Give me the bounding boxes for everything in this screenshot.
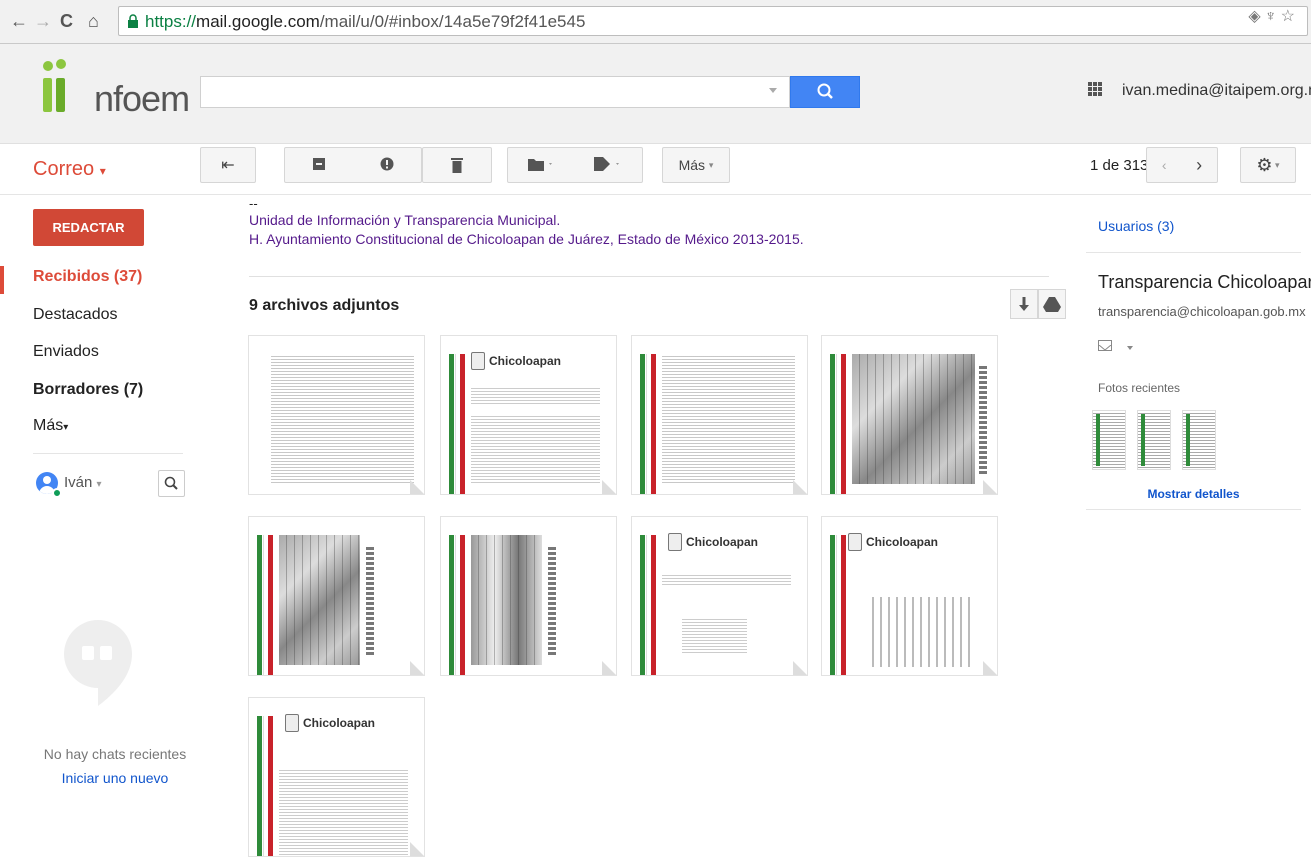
attachment-thumbnail[interactable]: [248, 516, 425, 676]
contact-email: transparencia@chicoloapan.gob.mx: [1098, 304, 1306, 319]
pager-buttons: ‹ ›: [1146, 147, 1218, 183]
sidebar-item-starred[interactable]: Destacados: [33, 306, 118, 324]
signature-line: Unidad de Información y Transparencia Mu…: [249, 212, 561, 228]
attachment-thumbnail[interactable]: [631, 335, 808, 495]
gear-icon: ⚙: [1256, 154, 1273, 175]
archive-icon[interactable]: [312, 157, 326, 174]
forward-icon[interactable]: →: [34, 10, 52, 32]
gmail-header: nfoem ivan.medina@itaipem.org.mx ▾: [0, 44, 1311, 144]
attachment-thumbnail[interactable]: [440, 516, 617, 676]
hangouts-icon: [64, 620, 132, 706]
arrow-back-icon: ⇤: [221, 157, 235, 174]
contact-name: Transparencia Chicoloapan: [1098, 272, 1311, 292]
attachment-thumbnail[interactable]: Chicoloapan: [440, 335, 617, 495]
save-to-drive-button[interactable]: [1038, 289, 1066, 319]
home-icon[interactable]: ⌂: [88, 10, 99, 32]
attachment-thumbnail[interactable]: Chicoloapan: [248, 697, 425, 857]
back-icon[interactable]: ←: [10, 10, 28, 32]
download-icon: [1019, 297, 1029, 311]
search-button[interactable]: [790, 76, 860, 108]
online-status-icon: [52, 488, 62, 498]
divider: [1086, 252, 1301, 253]
attachment-thumbnail[interactable]: Chicoloapan: [631, 516, 808, 676]
mail-icon[interactable]: [1098, 340, 1112, 351]
more-actions-button[interactable]: Más ▾: [662, 147, 730, 183]
no-chats-text: No hay chats recientes: [43, 746, 187, 762]
trash-icon: [451, 158, 463, 173]
delete-button[interactable]: [422, 147, 492, 183]
chat-user-menu[interactable]: Iván ▾: [64, 474, 102, 491]
search-input[interactable]: [200, 76, 790, 108]
account-menu[interactable]: ivan.medina@itaipem.org.mx ▾: [1122, 80, 1311, 100]
users-link[interactable]: Usuarios (3): [1098, 218, 1174, 234]
drive-icon: [1043, 297, 1061, 312]
sidebar-item-sent[interactable]: Enviados: [33, 343, 99, 361]
label-icon[interactable]: [594, 156, 622, 174]
divider: [1086, 509, 1301, 510]
reload-icon[interactable]: C: [60, 10, 73, 32]
organize-button-group: [507, 147, 643, 183]
search-icon: [164, 476, 178, 490]
apps-grid-icon[interactable]: [1088, 82, 1102, 96]
download-all-button[interactable]: [1010, 289, 1038, 319]
action-button-group: [284, 147, 422, 183]
start-chat-link[interactable]: Iniciar uno nuevo: [0, 770, 230, 786]
infoem-logo: nfoem: [34, 56, 190, 119]
logo-mark-icon: [43, 59, 66, 112]
chevron-left-icon[interactable]: ‹: [1162, 157, 1167, 173]
attachment-thumbnail[interactable]: Chicoloapan: [821, 516, 998, 676]
chat-search-button[interactable]: [158, 470, 185, 497]
signature-separator: --: [249, 196, 258, 211]
divider: [249, 276, 1049, 277]
contact-menu-caret-icon[interactable]: [1127, 346, 1133, 350]
attachment-thumbnail[interactable]: [821, 335, 998, 495]
lock-icon: [128, 14, 138, 28]
search-icon: [817, 83, 833, 99]
signature-line: H. Ayuntamiento Constitucional de Chicol…: [249, 231, 804, 247]
active-folder-indicator: [0, 266, 4, 294]
pager-text: 1 de 313: [1090, 157, 1149, 174]
recent-photo-thumbnail[interactable]: [1182, 410, 1216, 470]
show-details-link[interactable]: Mostrar detalles: [1086, 487, 1301, 501]
recent-photo-thumbnail[interactable]: [1137, 410, 1171, 470]
mail-toolbar: Correo ▾ ⇤ Más ▾ 1 de 313 ‹ › ⚙ ▾: [0, 145, 1311, 195]
compose-button[interactable]: REDACTAR: [33, 209, 144, 246]
url-text: https://mail.google.com/mail/u/0/#inbox/…: [145, 12, 586, 31]
divider: [33, 453, 183, 454]
recent-photo-thumbnail[interactable]: [1092, 410, 1126, 470]
browser-toolbar: ← → C ⌂ https://mail.google.com/mail/u/0…: [0, 0, 1311, 44]
app-switcher[interactable]: Correo ▾: [33, 158, 106, 181]
report-spam-icon[interactable]: [380, 157, 394, 174]
sidebar-item-drafts[interactable]: Borradores (7): [33, 381, 143, 399]
move-to-folder-icon[interactable]: [528, 157, 554, 174]
address-bar[interactable]: https://mail.google.com/mail/u/0/#inbox/…: [118, 6, 1308, 36]
attachments-title: 9 archivos adjuntos: [249, 297, 400, 314]
extension-icons[interactable]: ◈♆☆: [1248, 6, 1299, 26]
back-to-inbox-button[interactable]: ⇤: [200, 147, 256, 183]
recent-photos-label: Fotos recientes: [1098, 381, 1181, 395]
settings-button[interactable]: ⚙ ▾: [1240, 147, 1296, 183]
logo-text: nfoem: [94, 78, 190, 119]
search-options-caret-icon[interactable]: [769, 88, 777, 93]
search-field[interactable]: [201, 77, 789, 107]
attachment-thumbnail[interactable]: [248, 335, 425, 495]
sidebar-item-inbox[interactable]: Recibidos (37): [33, 268, 142, 286]
sidebar-item-more[interactable]: Más▾: [33, 417, 68, 435]
chevron-right-icon[interactable]: ›: [1196, 155, 1202, 176]
